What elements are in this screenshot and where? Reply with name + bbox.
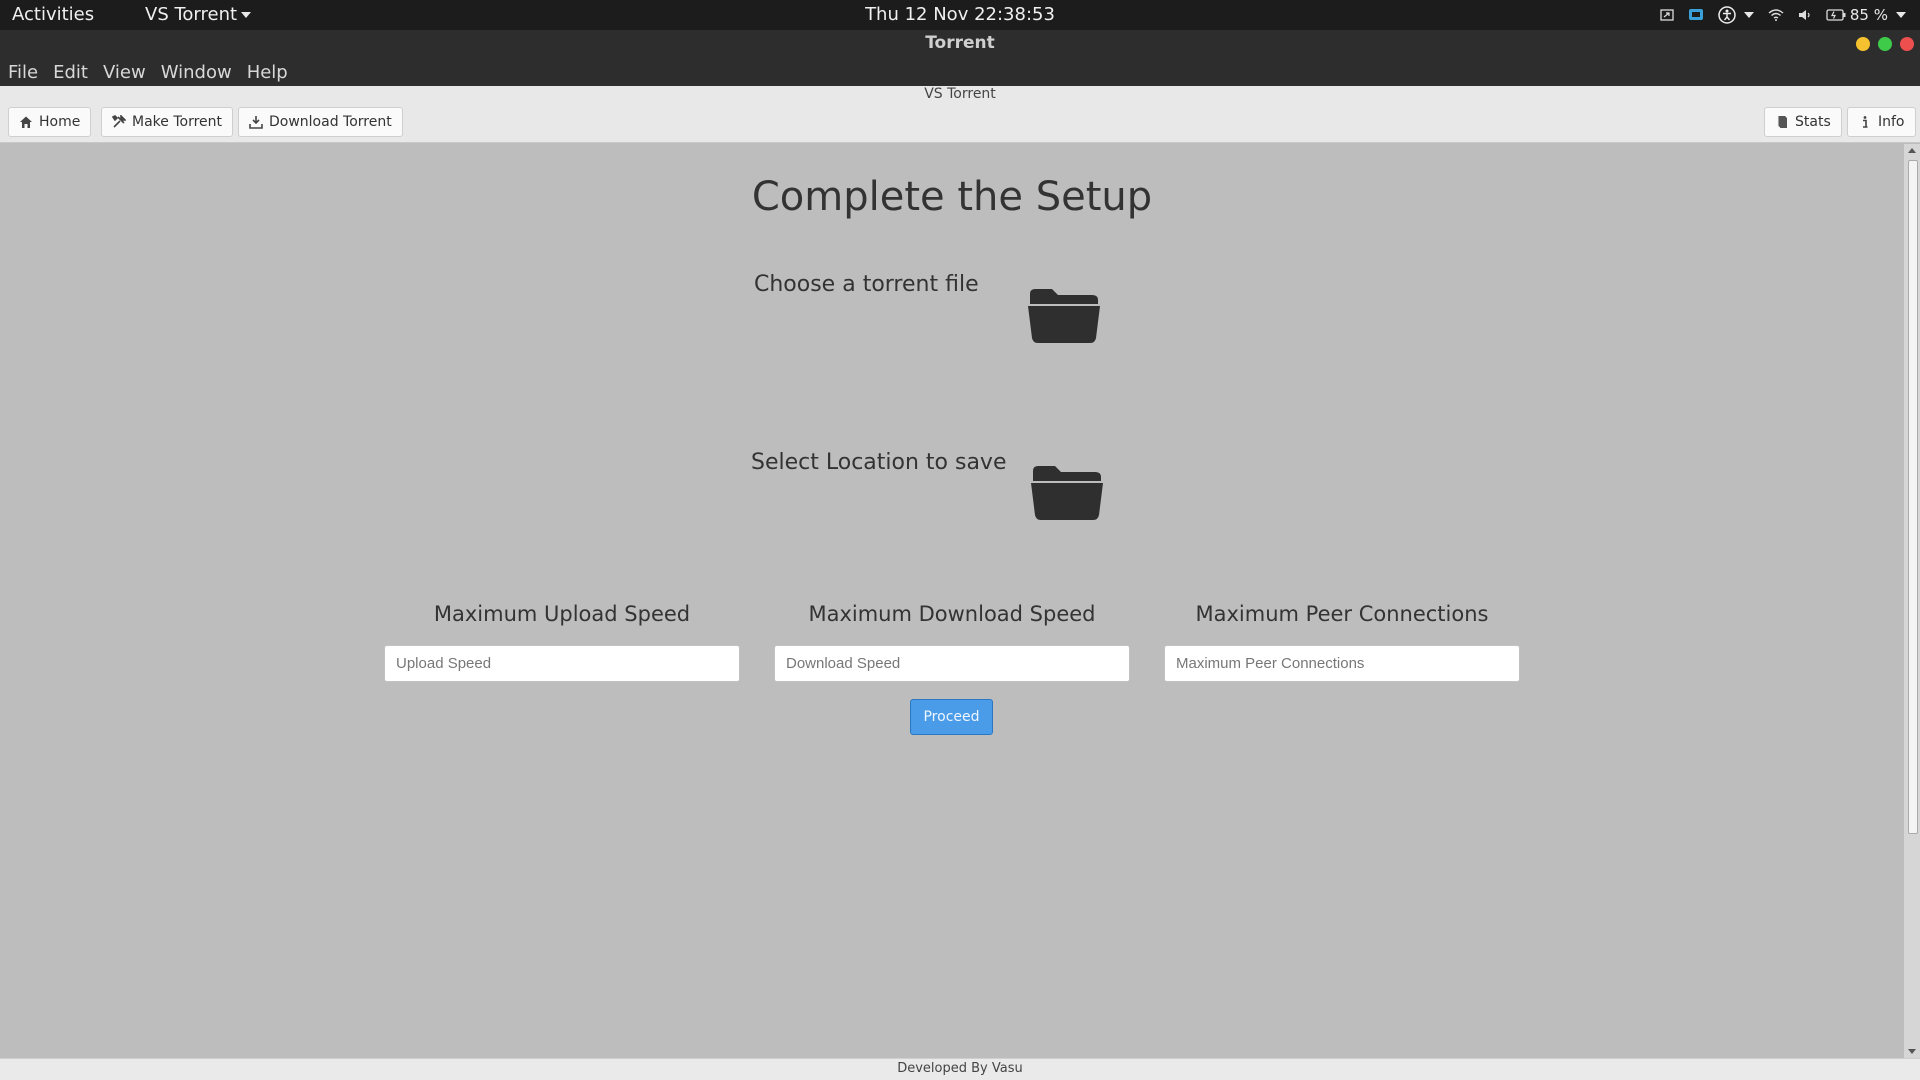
home-icon	[20, 116, 32, 128]
clock-container: Thu 12 Nov 22:38:53	[0, 4, 1920, 25]
menu-view[interactable]: View	[103, 62, 146, 83]
window-title: Torrent	[925, 33, 995, 53]
choose-torrent-folder-icon[interactable]	[1028, 286, 1100, 344]
activities-button[interactable]: Activities	[12, 4, 94, 25]
battery-icon	[1826, 9, 1846, 21]
proceed-button[interactable]: Proceed	[910, 699, 993, 735]
save-location-label: Select Location to save	[751, 450, 1007, 475]
info-label: Info	[1878, 114, 1905, 130]
scrollbar[interactable]	[1904, 144, 1920, 1058]
volume-icon[interactable]	[1798, 9, 1812, 21]
upload-speed-input[interactable]	[384, 645, 740, 682]
info-icon	[1863, 116, 1868, 128]
accessibility-icon[interactable]	[1718, 6, 1754, 24]
maximize-button[interactable]	[1878, 37, 1892, 51]
download-speed-input[interactable]	[774, 645, 1130, 682]
download-speed-label: Maximum Download Speed	[808, 602, 1096, 626]
chevron-down-icon	[241, 12, 252, 18]
make-torrent-label: Make Torrent	[132, 114, 223, 130]
minimize-button[interactable]	[1856, 37, 1870, 51]
scroll-down-arrow-icon[interactable]	[1908, 1049, 1916, 1054]
menu-file[interactable]: File	[8, 62, 38, 83]
tools-icon	[112, 115, 126, 128]
close-button[interactable]	[1900, 37, 1914, 51]
page-title: Complete the Setup	[751, 174, 1153, 220]
stats-button[interactable]: Stats	[1764, 107, 1842, 137]
scroll-up-arrow-icon[interactable]	[1908, 148, 1916, 153]
make-torrent-button[interactable]: Make Torrent	[101, 107, 234, 137]
footer: Developed By Vasu	[0, 1058, 1920, 1080]
upload-speed-label: Maximum Upload Speed	[433, 602, 691, 626]
battery-percent: 85 %	[1849, 6, 1888, 24]
app-menu-label: VS Torrent	[145, 4, 238, 25]
scrollbar-thumb[interactable]	[1908, 160, 1918, 834]
screen-share-icon[interactable]	[1660, 9, 1674, 21]
menubar: File Edit View Window Help	[0, 58, 1920, 86]
system-tray[interactable]: 85 %	[1660, 3, 1906, 27]
peer-connections-label: Maximum Peer Connections	[1195, 602, 1489, 626]
book-icon	[1777, 116, 1787, 129]
clock[interactable]: Thu 12 Nov 22:38:53	[865, 4, 1055, 25]
chevron-down-icon	[1896, 12, 1906, 18]
system-top-bar: Activities VS Torrent Thu 12 Nov 22:38:5…	[0, 0, 1920, 30]
menu-window[interactable]: Window	[161, 62, 232, 83]
download-icon	[249, 116, 263, 129]
stats-label: Stats	[1795, 114, 1831, 130]
peer-connections-input[interactable]	[1164, 645, 1520, 682]
menu-help[interactable]: Help	[247, 62, 288, 83]
app-indicator-icon[interactable]	[1688, 7, 1704, 23]
wifi-icon[interactable]	[1768, 9, 1784, 21]
choose-torrent-label: Choose a torrent file	[754, 272, 979, 297]
chevron-down-icon	[1743, 12, 1754, 18]
app-title: VS Torrent	[924, 86, 996, 102]
home-button-label: Home	[39, 114, 81, 130]
app-header: VS Torrent Home Make Torrent Download To…	[0, 86, 1920, 143]
app-menu[interactable]: VS Torrent	[145, 4, 252, 25]
setup-content: Complete the Setup Choose a torrent file…	[0, 144, 1904, 1058]
battery-indicator[interactable]: 85 %	[1826, 6, 1906, 24]
home-button[interactable]: Home	[8, 107, 92, 137]
download-torrent-button[interactable]: Download Torrent	[238, 107, 403, 137]
info-button[interactable]: Info	[1847, 107, 1916, 137]
window-titlebar[interactable]: Torrent	[0, 30, 1920, 58]
download-torrent-label: Download Torrent	[269, 114, 392, 130]
window-controls	[1856, 37, 1914, 51]
save-location-folder-icon[interactable]	[1031, 463, 1103, 521]
menu-edit[interactable]: Edit	[53, 62, 88, 83]
